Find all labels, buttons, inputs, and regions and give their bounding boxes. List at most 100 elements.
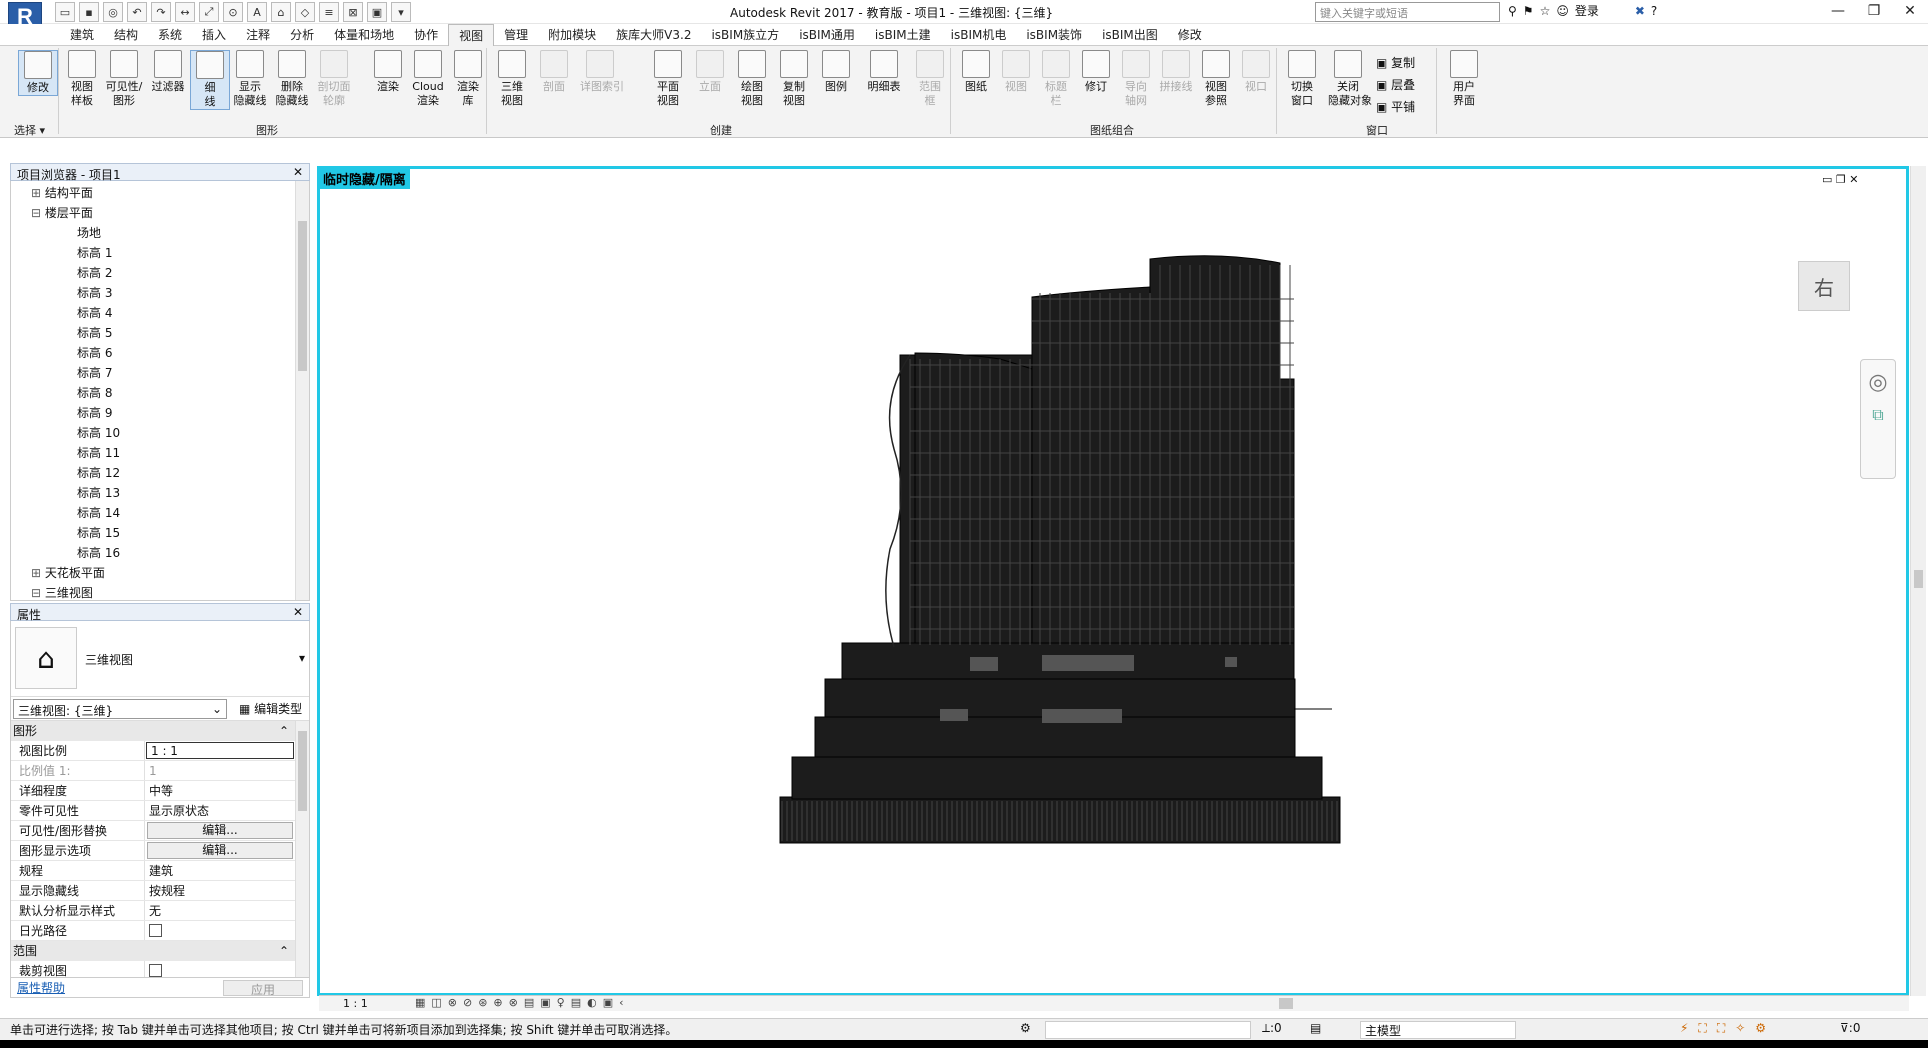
selection-toggle-icons[interactable]: ⚡⛶⛶✧⚙ xyxy=(1680,1021,1776,1036)
section-icon[interactable]: ◇ xyxy=(295,2,315,22)
expand-toggle-icon[interactable]: ⊞ xyxy=(31,566,45,580)
browser-item[interactable]: 标高 13 xyxy=(11,483,309,503)
restore-icon[interactable]: ❐ xyxy=(1836,173,1846,186)
tab-isBIM通用[interactable]: isBIM通用 xyxy=(789,24,865,46)
tab-结构[interactable]: 结构 xyxy=(104,24,148,46)
ribbon-button-visibility[interactable]: 可见性/ 图形 xyxy=(104,50,144,108)
browser-item[interactable]: ⊞ 天花板平面 xyxy=(11,563,309,583)
apply-button[interactable]: 应用 xyxy=(223,979,303,997)
ribbon-button-callout[interactable]: 详图索引 xyxy=(580,50,624,94)
collapse-icon[interactable]: ⌃ xyxy=(279,721,289,741)
browser-item[interactable]: 标高 9 xyxy=(11,403,309,423)
ribbon-button-duplicate-view[interactable]: 复制 视图 xyxy=(774,50,814,108)
browser-item[interactable]: 标高 7 xyxy=(11,363,309,383)
tab-注释[interactable]: 注释 xyxy=(236,24,280,46)
redo-icon[interactable]: ↷ xyxy=(151,2,171,22)
property-value[interactable]: 1 : 1 xyxy=(146,742,294,759)
tab-isBIM土建[interactable]: isBIM土建 xyxy=(865,24,941,46)
browser-item[interactable]: ⊟ 楼层平面 xyxy=(11,203,309,223)
tab-视图[interactable]: 视图 xyxy=(448,23,495,46)
help-icon[interactable]: ? xyxy=(1651,4,1657,18)
vertical-scrollbar[interactable] xyxy=(1910,166,1926,996)
close-hidden-icon[interactable]: ⊠ xyxy=(343,2,363,22)
switch-windows-icon[interactable]: ▣ xyxy=(367,2,387,22)
browser-item[interactable]: 标高 5 xyxy=(11,323,309,343)
ribbon-button-sheet[interactable]: 图纸 xyxy=(956,50,996,94)
ribbon-button-legend[interactable]: 图例 xyxy=(816,50,856,94)
horizontal-scroll-thumb[interactable] xyxy=(1279,998,1293,1009)
checkbox[interactable] xyxy=(149,964,162,977)
tab-isBIM机电[interactable]: isBIM机电 xyxy=(941,24,1017,46)
ribbon-button-cloud-render[interactable]: Cloud 渲染 xyxy=(408,50,448,108)
tab-管理[interactable]: 管理 xyxy=(494,24,538,46)
ribbon-button-cursor[interactable]: 修改 xyxy=(18,50,58,96)
chevron-down-icon[interactable]: ▾ xyxy=(299,651,305,665)
browser-item[interactable]: 标高 6 xyxy=(11,343,309,363)
ribbon-button-section[interactable]: 剖面 xyxy=(534,50,574,94)
browser-item[interactable]: 标高 16 xyxy=(11,543,309,563)
browser-item[interactable]: 标高 4 xyxy=(11,303,309,323)
exchange-icon[interactable]: ✖ xyxy=(1635,4,1645,18)
scale-display[interactable]: 1 : 1 xyxy=(343,997,368,1010)
ribbon-button-view[interactable]: 视图 xyxy=(996,50,1036,94)
tree-scrollbar[interactable] xyxy=(295,181,309,600)
ribbon-button-render-gallery[interactable]: 渲染 库 xyxy=(448,50,488,108)
close-icon[interactable]: ✕ xyxy=(293,165,303,179)
undo-icon[interactable]: ↶ xyxy=(127,2,147,22)
thin-lines-icon[interactable]: ≡ xyxy=(319,2,339,22)
login-button[interactable]: 登录 xyxy=(1575,2,1599,19)
ribbon-button-view-template[interactable]: 视图 样板 xyxy=(62,50,102,108)
edit-type-button[interactable]: ▦ 编辑类型 xyxy=(239,700,302,717)
browser-item[interactable]: 标高 2 xyxy=(11,263,309,283)
collapse-icon[interactable]: ⌃ xyxy=(279,941,289,961)
workset-icon[interactable]: ⚙ xyxy=(1020,1021,1031,1035)
tab-isBIM出图[interactable]: isBIM出图 xyxy=(1092,24,1168,46)
ribbon-button-filter[interactable]: 过滤器 xyxy=(148,50,188,94)
close-icon[interactable]: ✕ xyxy=(1892,0,1928,22)
browser-item[interactable]: 标高 11 xyxy=(11,443,309,463)
property-value[interactable]: 编辑... xyxy=(145,841,295,860)
search-icon[interactable]: ⚲ xyxy=(1508,4,1517,18)
properties-help-link[interactable]: 属性帮助 xyxy=(17,979,65,996)
tab-建筑[interactable]: 建筑 xyxy=(60,24,104,46)
ribbon-button-guide-grid[interactable]: 导向 轴网 xyxy=(1116,50,1156,108)
restore-icon[interactable]: ❐ xyxy=(1856,0,1892,22)
ribbon-button-thin-lines[interactable]: 细 线 xyxy=(190,50,230,110)
browser-item[interactable]: 标高 8 xyxy=(11,383,309,403)
tab-分析[interactable]: 分析 xyxy=(280,24,324,46)
tab-系统[interactable]: 系统 xyxy=(148,24,192,46)
property-value[interactable]: 编辑... xyxy=(145,821,295,840)
user-icon[interactable]: ☺ xyxy=(1556,4,1569,18)
design-option-selector[interactable]: 主模型 xyxy=(1360,1021,1516,1039)
tab-附加模块[interactable]: 附加模块 xyxy=(538,24,606,46)
property-value[interactable] xyxy=(145,921,295,940)
open-icon[interactable]: ▭ xyxy=(55,2,75,22)
view-control-icons[interactable]: ▦◫⊗⊘⊛⊕⊗▤▣♀▤◐▣‹ xyxy=(415,996,630,1009)
ribbon-button-3d-view[interactable]: 三维 视图 xyxy=(492,50,532,108)
default-3d-icon[interactable]: ⌂ xyxy=(271,2,291,22)
ribbon-button-revisions[interactable]: 修订 xyxy=(1076,50,1116,94)
minimize-icon[interactable]: ▭ xyxy=(1822,173,1832,186)
instance-selector[interactable]: 三维视图: {三维} ⌄ xyxy=(13,698,227,719)
ribbon-button-scope-box[interactable]: 范围 框 xyxy=(910,50,950,108)
sync-icon[interactable]: ◎ xyxy=(103,2,123,22)
browser-item[interactable]: 标高 1 xyxy=(11,243,309,263)
ribbon-button-drafting-view[interactable]: 绘图 视图 xyxy=(732,50,772,108)
small-button-层叠[interactable]: ▣ 层叠 xyxy=(1376,74,1415,96)
text-icon[interactable]: A xyxy=(247,2,267,22)
tab-isBIM装饰[interactable]: isBIM装饰 xyxy=(1016,24,1092,46)
customize-qat-icon[interactable]: ▾ xyxy=(391,2,411,22)
save-icon[interactable]: ▪ xyxy=(79,2,99,22)
tab-isBIM族立方[interactable]: isBIM族立方 xyxy=(701,24,789,46)
browser-item[interactable]: 标高 3 xyxy=(11,283,309,303)
ribbon-button-close-hidden[interactable]: 关闭 隐藏对象 xyxy=(1328,50,1372,108)
3d-view-canvas[interactable]: 右 ◎ ⧉ ▭ ❐ ✕ xyxy=(317,166,1909,996)
steering-wheel-icon[interactable]: ◎ xyxy=(1861,370,1895,395)
tab-插入[interactable]: 插入 xyxy=(192,24,236,46)
ribbon-button-cut-profile[interactable]: 剖切面 轮廓 xyxy=(314,50,354,108)
browser-item[interactable]: 场地 xyxy=(11,223,309,243)
view-cube[interactable]: 右 xyxy=(1798,261,1850,311)
zoom-icon[interactable]: ⧉ xyxy=(1861,405,1895,425)
browser-item[interactable]: 标高 14 xyxy=(11,503,309,523)
tag-icon[interactable]: ⊙ xyxy=(223,2,243,22)
